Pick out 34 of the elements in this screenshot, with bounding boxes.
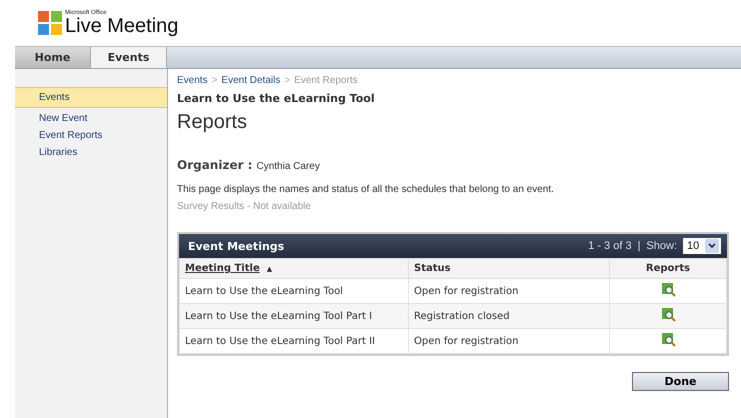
table-cell: Open for registration <box>408 328 610 354</box>
sidebar-item[interactable]: Event Reports <box>15 127 167 144</box>
done-button[interactable]: Done <box>632 372 729 391</box>
organizer-label: Organizer : <box>177 158 252 172</box>
organizer-name: Cynthia Carey <box>256 161 320 172</box>
breadcrumb-link[interactable]: Event Details <box>221 75 280 86</box>
table-cell: Learn to Use the eLearning Tool Part II <box>180 328 408 354</box>
report-icon[interactable] <box>660 332 676 347</box>
column-header: Reports <box>610 258 726 278</box>
breadcrumb-separator: > <box>212 75 218 86</box>
sidebar-item[interactable]: Libraries <box>15 144 167 161</box>
survey-results-text: Survey Results - Not available <box>177 201 312 212</box>
logo-title: Live Meeting <box>65 16 178 36</box>
nav-tab[interactable]: Events <box>91 47 167 68</box>
show-label: Show: <box>646 240 677 252</box>
separator-text: | <box>638 240 640 252</box>
page-size-dropdown[interactable]: 10 <box>683 238 721 254</box>
description-text: This page displays the names and status of all the schedules that belong to an event. <box>177 184 555 195</box>
nav-tab[interactable]: Home <box>15 47 91 68</box>
table-title: Event Meetings <box>188 240 284 252</box>
page-title: Reports <box>177 111 248 134</box>
breadcrumb-separator: > <box>284 75 290 86</box>
table-cell: Learn to Use the eLearning Tool Part I <box>180 304 408 328</box>
sidebar-item[interactable]: New Event <box>15 110 167 127</box>
sidebar-item[interactable]: Events <box>15 87 167 108</box>
table-cell: Registration closed <box>408 304 610 328</box>
current-page-text: Event Reports <box>294 75 358 86</box>
report-icon[interactable] <box>660 307 676 322</box>
range-text: 1 - 3 of 3 <box>588 240 632 252</box>
logo-icon <box>37 10 63 36</box>
report-icon[interactable] <box>660 282 676 297</box>
breadcrumb-link[interactable]: Events <box>177 75 208 86</box>
column-header: Status <box>408 258 610 278</box>
event-title: Learn to Use the eLearning Tool <box>177 92 376 105</box>
